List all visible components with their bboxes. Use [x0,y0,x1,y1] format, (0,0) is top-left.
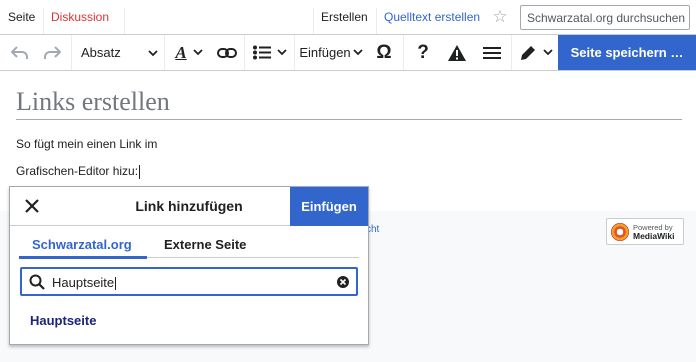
tab-create-source[interactable]: Quelltext erstellen [384,10,480,24]
redo-icon[interactable] [38,35,66,70]
warning-icon[interactable] [442,35,472,70]
clear-icon[interactable] [336,275,350,289]
tab-discussion[interactable]: Diskussion [51,10,109,24]
chevron-down-icon [148,45,158,60]
tab-internal-link[interactable]: Schwarzatal.org [32,237,132,252]
link-dialog: Link hinzufügen Einfügen Schwarzatal.org… [9,186,369,345]
link-icon[interactable] [212,35,242,70]
pencil-icon[interactable] [515,35,557,70]
list-icon[interactable] [248,35,292,70]
mediawiki-logo-icon [611,222,629,241]
search-icon [29,274,45,290]
dialog-header: Link hinzufügen Einfügen [10,187,368,226]
tab-bar: Seite Diskussion Erstellen Quelltext ers… [0,0,696,34]
powered-by-mediawiki-badge[interactable]: Powered by MediaWiki [606,218,684,245]
active-tab-indicator [19,256,147,259]
menu-icon[interactable] [477,35,507,70]
search-input[interactable]: Schwarzatal.org durchsuchen [520,5,690,30]
paragraph-line-1: So fügt mein einen Link im [16,137,158,151]
insert-label: Einfügen [299,45,351,60]
page-title: Links erstellen [16,87,170,116]
watch-star-icon[interactable]: ☆ [490,7,510,27]
text-cursor [139,164,141,179]
tab-page[interactable]: Seite [8,10,35,24]
save-page-button[interactable]: Seite speichern … [558,35,696,70]
insert-dropdown[interactable]: Einfügen [297,35,365,70]
editor-toolbar: Absatz A Einfügen Ω ? Seite speichern … [0,34,696,71]
link-search-input[interactable]: Hauptseite [20,267,358,296]
omega-icon[interactable]: Ω [369,35,399,70]
paragraph-line-2: Grafischen-Editor hizu: [16,164,141,179]
title-divider [16,119,682,120]
paragraph-label: Absatz [81,45,121,60]
link-search-value: Hauptseite [52,275,117,291]
search-result-item[interactable]: Hauptseite [30,313,96,328]
text-style-icon[interactable]: A [168,35,210,70]
insert-link-button[interactable]: Einfügen [290,187,368,226]
undo-icon[interactable] [6,35,34,70]
paragraph-format-dropdown[interactable]: Absatz [74,35,164,70]
tab-external-link[interactable]: Externe Seite [164,237,246,252]
tab-create[interactable]: Erstellen [321,10,368,24]
help-icon[interactable]: ? [408,35,438,70]
